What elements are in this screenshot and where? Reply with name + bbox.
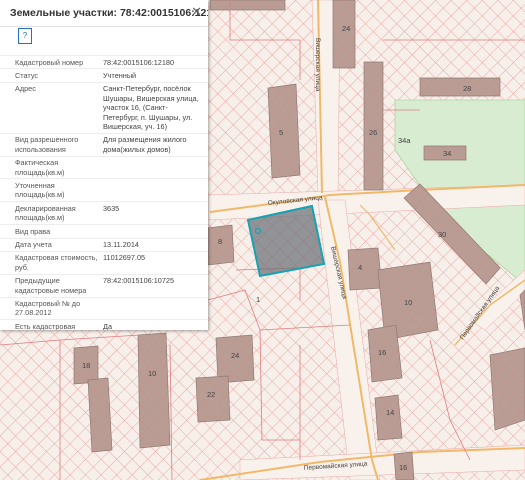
- selected-parcel[interactable]: [246, 204, 326, 278]
- property-value: Да: [103, 321, 112, 330]
- house-number: 5: [279, 128, 283, 137]
- property-row: Статус Учтенный: [0, 68, 208, 81]
- property-value: Санкт-Петербург, посёлок Шушары, Вишерск…: [103, 84, 199, 131]
- house-number: 34: [443, 149, 451, 158]
- house-number: 18: [82, 361, 90, 370]
- house-number: 22: [207, 390, 215, 399]
- property-row: Кадастровый номер 78:42:0015106:12180: [0, 55, 208, 68]
- house-number: 24: [342, 24, 350, 33]
- house-number: 14: [386, 408, 394, 417]
- house-number: 30: [438, 230, 446, 239]
- house-number: 1: [256, 295, 260, 304]
- panel-header: Земельные участки: 78:42:0015106:12180 ✕: [0, 0, 208, 27]
- property-row: Уточненная площадь(кв.м): [0, 178, 208, 201]
- property-row: Есть кадастровая съёмка? Да: [0, 319, 208, 330]
- property-value: Учтенный: [103, 70, 137, 80]
- property-key: Кадастровый № до 27.08.2012: [15, 299, 81, 318]
- property-key: Фактическая площадь(кв.м): [15, 158, 65, 177]
- property-key: Кадастровая стоимость, руб.: [15, 253, 98, 272]
- property-row: Адрес Санкт-Петербург, посёлок Шушары, Ви…: [0, 81, 208, 133]
- property-value: 78:42:0015106:12180: [103, 57, 175, 67]
- parcel-info-panel: Земельные участки: 78:42:0015106:12180 ✕…: [0, 0, 208, 330]
- document-icon[interactable]: ?: [18, 28, 32, 44]
- property-key: Вид разрешенного использования: [15, 135, 79, 154]
- property-key: Кадастровый номер: [15, 57, 84, 67]
- property-row: Фактическая площадь(кв.м): [0, 155, 208, 179]
- property-key: Предыдущие кадастровые номера: [15, 276, 87, 295]
- house-number: 34а: [398, 136, 411, 145]
- property-row: Кадастровая стоимость, руб. 11012697.05: [0, 250, 208, 274]
- property-key: Уточненная площадь(кв.м): [15, 180, 65, 200]
- property-row: Декларированная площадь(кв.м) 3635: [0, 201, 208, 224]
- property-value: 78:42:0015106:10725: [103, 276, 175, 286]
- close-icon[interactable]: ✕: [191, 5, 202, 19]
- house-number: 16: [399, 463, 407, 472]
- house-number: 26: [369, 128, 377, 137]
- property-key: Дата учета: [15, 240, 52, 249]
- property-row: Дата учета 13.11.2014: [0, 237, 208, 251]
- house-number: 28: [463, 84, 471, 93]
- property-table: Кадастровый номер 78:42:0015106:12180 Стат…: [0, 55, 208, 330]
- property-row: Вид разрешенного использования Для размещ…: [0, 132, 208, 156]
- property-value: 3635: [103, 203, 120, 213]
- property-value: 13.11.2014: [103, 240, 139, 249]
- house-number: 10: [148, 369, 156, 378]
- property-key: Вид права: [15, 226, 51, 236]
- street-label-vishersky-top: Вишерская улица: [314, 38, 321, 92]
- property-value: [103, 181, 203, 200]
- property-value: [103, 227, 203, 236]
- property-key: Есть кадастровая съёмка?: [15, 321, 76, 330]
- property-key: Статус: [15, 70, 39, 80]
- property-key: Адрес: [15, 84, 36, 94]
- house-number: 16: [378, 348, 386, 357]
- house-number: 4: [358, 263, 362, 272]
- property-value: [103, 299, 203, 318]
- property-row: Предыдущие кадастровые номера 78:42:00151…: [0, 273, 208, 297]
- house-number: 8: [218, 237, 222, 246]
- property-value: Для размещения жилого дома(жилых домов): [103, 135, 187, 154]
- house-number: 24: [231, 351, 239, 360]
- property-row: Кадастровый № до 27.08.2012: [0, 296, 208, 320]
- property-row: Вид права: [0, 224, 208, 237]
- house-number: 10: [404, 298, 412, 307]
- property-key: Декларированная площадь(кв.м): [15, 203, 76, 223]
- property-value: 11012697.05: [103, 253, 146, 263]
- panel-title: Земельные участки: 78:42:0015106:12180: [10, 7, 208, 19]
- property-value: [103, 158, 203, 177]
